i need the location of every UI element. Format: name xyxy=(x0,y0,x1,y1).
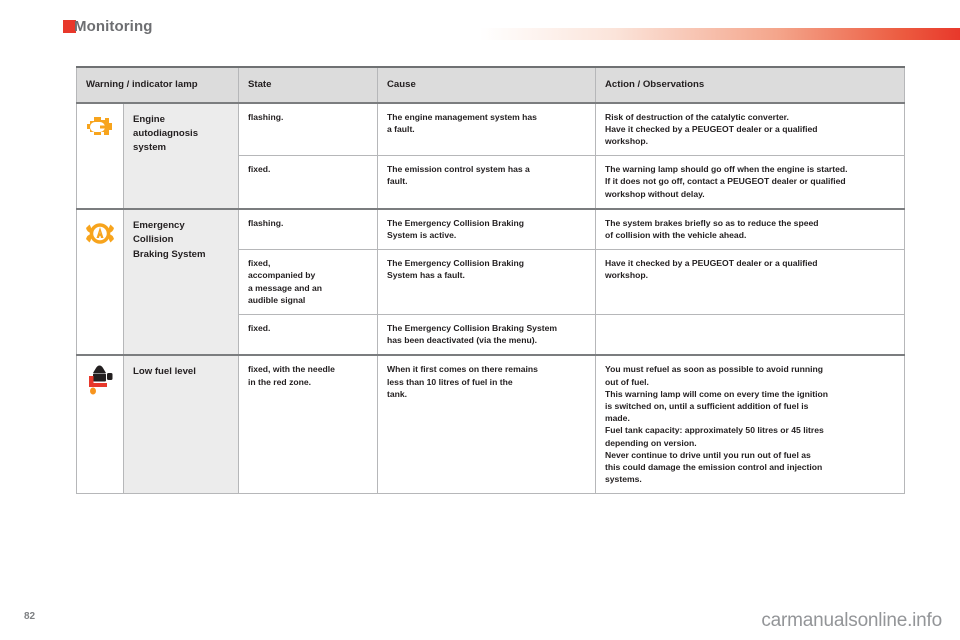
action-cell: Risk of destruction of the catalytic con… xyxy=(595,101,905,157)
table-header-row: Warning / indicator lamp State Cause Act… xyxy=(76,66,905,104)
state-cell: flashing. xyxy=(238,101,378,157)
cause-cell: The Emergency Collision Braking System h… xyxy=(377,249,596,316)
column-header-action: Action / Observations xyxy=(595,66,905,104)
table-row: Low fuel level fixed, with the needle in… xyxy=(76,354,905,495)
state-line: flashing. xyxy=(248,217,284,228)
state-line: fixed. xyxy=(248,164,271,175)
action-line: Never continue to drive until you run ou… xyxy=(605,449,811,460)
action-cell: The system brakes briefly so as to reduc… xyxy=(595,207,905,251)
action-line: Have it checked by a PEUGEOT dealer or a… xyxy=(605,123,818,134)
cause-line: tank. xyxy=(387,388,408,399)
column-header-warning-lamp: Warning / indicator lamp xyxy=(76,66,239,104)
emergency-collision-braking-glyph xyxy=(86,223,114,244)
action-line: depending on version. xyxy=(605,437,697,448)
state-cell: fixed. xyxy=(238,314,378,356)
state-line: accompanied by xyxy=(248,270,316,281)
table-row: Emergency Collision Braking System flash… xyxy=(76,207,905,356)
lamp-name-line: autodiagnosis xyxy=(133,128,199,139)
action-line: workshop without delay. xyxy=(605,188,705,199)
cause-cell: When it first comes on there remains les… xyxy=(377,354,596,495)
lamp-name-line: Collision xyxy=(133,234,174,246)
page-header: Monitoring xyxy=(0,0,960,56)
cause-line: System is active. xyxy=(387,230,457,241)
emergency-collision-braking-icon xyxy=(83,219,117,249)
action-cell: Have it checked by a PEUGEOT dealer or a… xyxy=(595,249,905,316)
lamp-name-line: system xyxy=(133,142,167,154)
cause-line: System has a fault. xyxy=(387,270,465,281)
cause-cell: The emission control system has a fault. xyxy=(377,155,596,210)
cause-cell: The engine management system has a fault… xyxy=(377,101,596,157)
action-line: of collision with the vehicle ahead. xyxy=(605,230,747,241)
cause-line: a fault. xyxy=(387,123,415,134)
lamp-icon-cell-engine xyxy=(76,101,124,210)
low-fuel-level-glyph xyxy=(89,365,113,395)
engine-autodiagnosis-glyph xyxy=(87,116,112,135)
action-line: this could damage the emission control a… xyxy=(605,462,823,473)
cause-line: The Emergency Collision Braking xyxy=(387,258,525,269)
site-watermark: carmanualsonline.info xyxy=(761,610,942,631)
column-header-state: State xyxy=(238,66,378,104)
page-number: 82 xyxy=(24,611,36,622)
cause-line: The Emergency Collision Braking System xyxy=(387,323,558,334)
action-line: Have it checked by a PEUGEOT dealer or a… xyxy=(605,258,818,269)
page-title: Monitoring xyxy=(74,18,153,35)
lamp-name-line: Engine xyxy=(133,113,165,125)
lamp-icon-cell-ecb xyxy=(76,207,124,356)
state-line: a message and an xyxy=(248,282,323,293)
state-line: in the red zone. xyxy=(248,376,312,387)
action-line: The system brakes briefly so as to reduc… xyxy=(605,217,819,228)
engine-autodiagnosis-icon xyxy=(83,113,117,143)
column-header-cause: Cause xyxy=(377,66,596,104)
state-line: fixed. xyxy=(248,323,271,334)
cause-line: fault. xyxy=(387,176,408,187)
action-line: systems. xyxy=(605,474,642,485)
action-line: workshop. xyxy=(605,270,648,281)
action-line: is switched on, until a sufficient addit… xyxy=(605,401,809,412)
cause-line: The engine management system has xyxy=(387,111,537,122)
table-row: Engine autodiagnosis system flashing. Th… xyxy=(76,101,905,210)
state-cell: fixed, accompanied by a message and an a… xyxy=(238,249,378,316)
cause-cell: The Emergency Collision Braking System i… xyxy=(377,207,596,251)
state-line: fixed, xyxy=(248,258,271,269)
action-line: If it does not go off, contact a PEUGEOT… xyxy=(605,176,846,187)
warning-indicator-lamp-table: Warning / indicator lamp State Cause Act… xyxy=(76,66,905,495)
lamp-name-line: Braking System xyxy=(133,248,206,260)
cause-line: less than 10 litres of fuel in the xyxy=(387,376,513,387)
low-fuel-level-icon xyxy=(83,365,117,395)
state-line: audible signal xyxy=(248,294,306,305)
action-line: Risk of destruction of the catalytic con… xyxy=(605,111,789,122)
cause-cell: The Emergency Collision Braking System h… xyxy=(377,314,596,356)
state-line: flashing. xyxy=(248,111,284,122)
state-line: fixed, with the needle xyxy=(248,364,335,375)
table-header: Warning / indicator lamp State Cause Act… xyxy=(76,66,905,104)
lamp-name-fuel: Low fuel level xyxy=(123,354,239,495)
action-cell: You must refuel as soon as possible to a… xyxy=(595,354,905,495)
table-body: Engine autodiagnosis system flashing. Th… xyxy=(76,101,905,495)
cause-line: The emission control system has a xyxy=(387,164,530,175)
cause-line: The Emergency Collision Braking xyxy=(387,217,525,228)
lamp-name-line: Emergency xyxy=(133,219,185,231)
action-cell-empty xyxy=(595,314,905,356)
action-line: workshop. xyxy=(605,136,648,147)
lamp-name-engine: Engine autodiagnosis system xyxy=(123,101,239,210)
action-line: The warning lamp should go off when the … xyxy=(605,164,848,175)
action-line: You must refuel as soon as possible to a… xyxy=(605,364,824,375)
cause-line: When it first comes on there remains xyxy=(387,364,538,375)
lamp-icon-cell-fuel xyxy=(76,354,124,495)
action-line: Fuel tank capacity: approximately 50 lit… xyxy=(605,425,824,436)
action-cell: The warning lamp should go off when the … xyxy=(595,155,905,210)
state-cell: fixed, with the needle in the red zone. xyxy=(238,354,378,495)
cause-line: has been deactivated (via the menu). xyxy=(387,335,537,346)
header-gradient-rule xyxy=(480,28,960,40)
lamp-name-line: Low fuel level xyxy=(133,366,196,378)
action-line: out of fuel. xyxy=(605,376,649,387)
action-line: made. xyxy=(605,413,630,424)
lamp-name-ecb: Emergency Collision Braking System xyxy=(123,207,239,356)
state-cell: flashing. xyxy=(238,207,378,251)
action-line: This warning lamp will come on every tim… xyxy=(605,388,828,399)
state-cell: fixed. xyxy=(238,155,378,210)
